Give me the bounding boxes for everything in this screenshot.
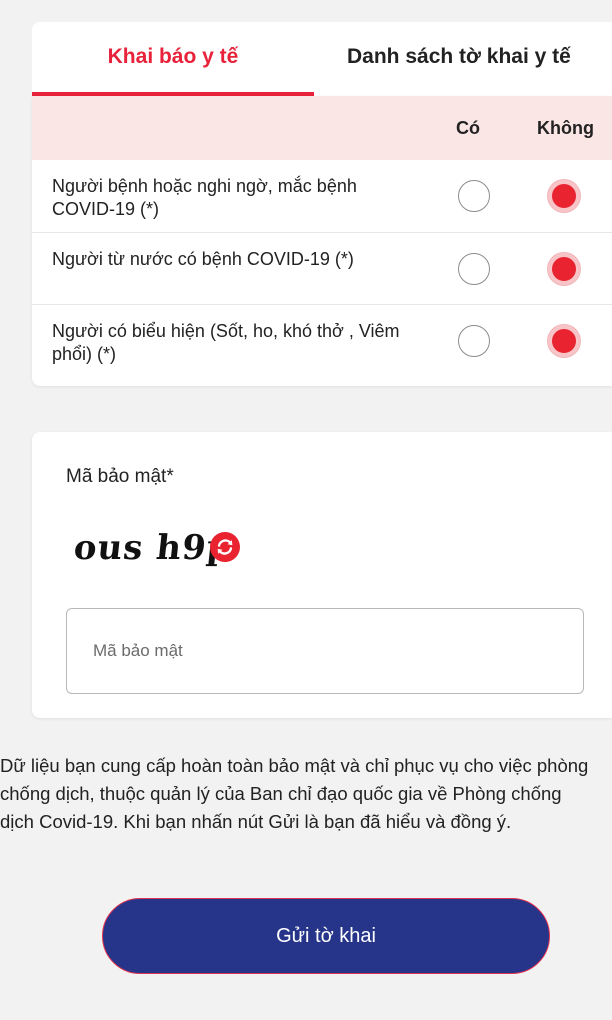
radio-yes[interactable] (458, 325, 490, 357)
radio-no-selected[interactable] (548, 325, 580, 357)
tab-danh-sach-to-khai[interactable]: Danh sách tờ khai y tế (314, 22, 612, 92)
radio-no-selected[interactable] (548, 253, 580, 285)
question-row: Người bệnh hoặc nghi ngờ, mắc bệnh COVID… (32, 160, 612, 232)
tab-khai-bao-y-te[interactable]: Khai báo y tế (32, 22, 314, 92)
security-code-label: Mã bảo mật* (66, 466, 174, 487)
question-row: Người có biểu hiện (Sốt, ho, khó thở , V… (32, 304, 612, 377)
question-row: Người từ nước có bệnh COVID-19 (*) (32, 232, 612, 305)
health-question-table: Có Không Người bệnh hoặc nghi ngờ, mắc b… (32, 96, 612, 386)
radio-no-selected[interactable] (548, 180, 580, 212)
question-text: Người từ nước có bệnh COVID-19 (*) (52, 249, 354, 269)
radio-yes[interactable] (458, 180, 490, 212)
security-code-input[interactable] (66, 608, 584, 694)
radio-yes[interactable] (458, 253, 490, 285)
security-code-card: Mã bảo mật* ous h9p (32, 432, 612, 718)
tab-bar: Khai báo y tế Danh sách tờ khai y tế (32, 22, 612, 96)
question-text: Người có biểu hiện (Sốt, ho, khó thở , V… (52, 321, 400, 364)
column-header-no: Không (537, 117, 594, 138)
privacy-notice: Dữ liệu bạn cung cấp hoàn toàn bảo mật v… (0, 755, 589, 832)
table-header: Có Không (32, 96, 612, 160)
refresh-icon[interactable] (210, 532, 240, 562)
submit-button[interactable]: Gửi tờ khai (102, 898, 550, 974)
column-header-yes: Có (456, 117, 480, 138)
question-text: Người bệnh hoặc nghi ngờ, mắc bệnh COVID… (52, 176, 357, 219)
